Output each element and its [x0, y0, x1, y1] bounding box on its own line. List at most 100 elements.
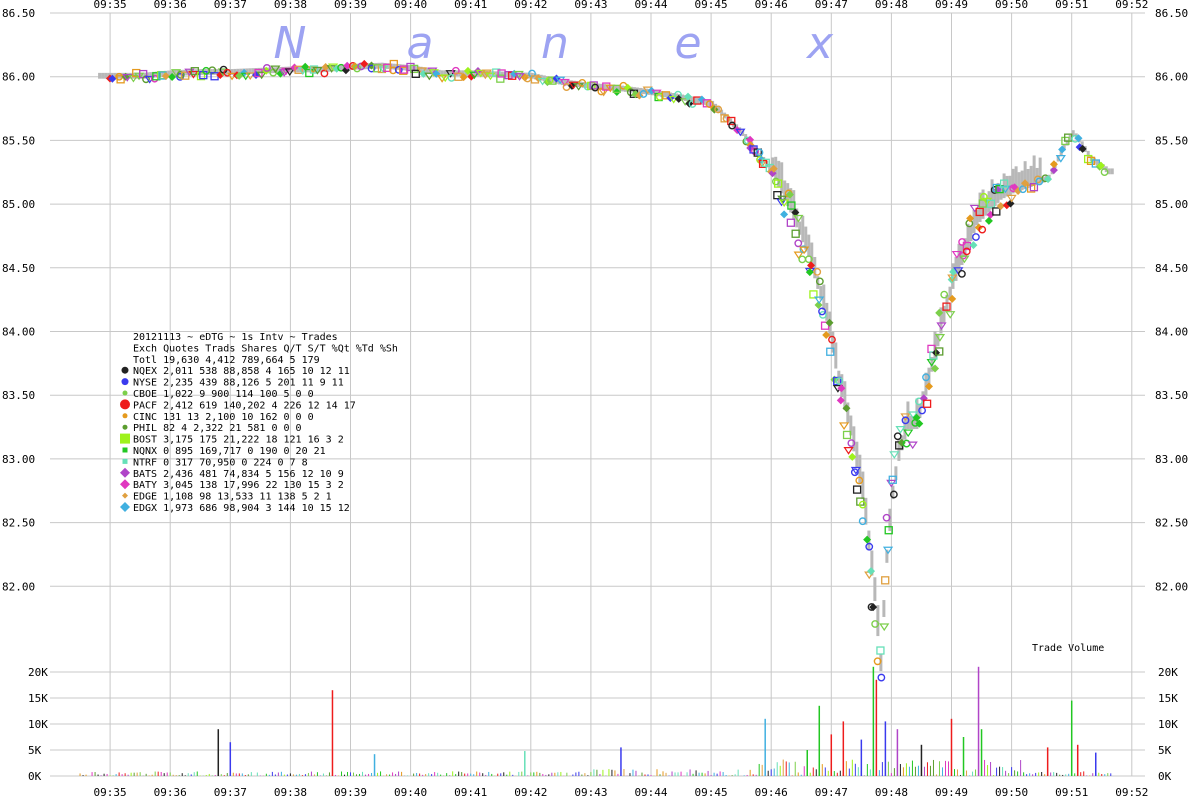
- x-tick-label-top: 09:43: [574, 0, 607, 11]
- x-tick-label-bottom: 09:48: [875, 786, 908, 799]
- legend-row: BATY 3,045 138 17,996 22 130 15 3 2: [133, 480, 344, 491]
- x-tick-label-bottom: 09:45: [695, 786, 728, 799]
- x-tick-label-top: 09:35: [94, 0, 127, 11]
- y-tick-label-right: 82.00: [1155, 580, 1188, 593]
- legend-row: NQNX 0 895 169,717 0 190 0 20 21: [133, 446, 326, 457]
- x-tick-label-top: 09:47: [815, 0, 848, 11]
- y-tick-label-left: 82.50: [2, 517, 35, 530]
- x-tick-label-top: 09:42: [514, 0, 547, 11]
- x-tick-label-top: 09:40: [394, 0, 427, 11]
- legend-row: NYSE 2,235 439 88,126 5 201 11 9 11: [133, 378, 344, 389]
- volume-title: Trade Volume: [1032, 643, 1104, 654]
- watermark-letter: e: [674, 18, 701, 69]
- legend-marker: [122, 424, 128, 430]
- legend-total-row: Totl 19,630 4,412 789,664 5 179: [133, 355, 320, 366]
- volume-tick-label-left: 20K: [28, 666, 48, 679]
- legend-row: BATS 2,436 481 74,834 5 156 12 10 9: [133, 469, 344, 480]
- x-tick-label-bottom: 09:47: [815, 786, 848, 799]
- nbbo-band-segment: [969, 226, 973, 242]
- legend-marker: [122, 413, 128, 419]
- nbbo-band-segment: [873, 577, 877, 602]
- volume-tick-label-right: 0K: [1158, 770, 1172, 783]
- y-tick-label-right: 86.00: [1155, 71, 1188, 84]
- x-tick-label-top: 09:38: [274, 0, 307, 11]
- y-tick-label-left: 86.50: [2, 7, 35, 20]
- price-chart: Na n e x 09:35 09:35 09:36 09:36 09:37 09:37 09:3…: [0, 0, 1200, 800]
- x-tick-label-top: 09:49: [935, 0, 968, 11]
- x-tick-label-top: 09:45: [695, 0, 728, 11]
- legend-title: 20121113 ~ eDTG ~ 1s Intv ~ Trades: [133, 332, 338, 343]
- x-tick-label-bottom: 09:36: [154, 786, 187, 799]
- x-tick-label-top: 09:37: [214, 0, 247, 11]
- x-tick-label-top: 09:52: [1115, 0, 1148, 11]
- legend-row: NTRF 0 317 70,950 0 224 0 7 8: [133, 457, 308, 468]
- y-tick-label-right: 84.50: [1155, 262, 1188, 275]
- x-tick-label-bottom: 09:51: [1055, 786, 1088, 799]
- legend-row: PACF 2,412 619 140,202 4 226 12 14 17: [133, 400, 356, 411]
- legend-marker: [122, 390, 128, 396]
- x-tick-label-bottom: 09:37: [214, 786, 247, 799]
- legend-marker: [120, 433, 130, 444]
- nbbo-band-segment: [801, 215, 805, 243]
- legend-row: EDGE 1,108 98 13,533 11 138 5 2 1: [133, 492, 332, 503]
- legend-marker: [121, 378, 129, 386]
- x-tick-label-bottom: 09:43: [574, 786, 607, 799]
- x-tick-label-bottom: 09:42: [514, 786, 547, 799]
- y-tick-label-left: 85.50: [2, 134, 35, 147]
- volume-tick-label-left: 5K: [28, 744, 42, 757]
- volume-tick-label-left: 10K: [28, 718, 48, 731]
- x-tick-label-top: 09:41: [454, 0, 487, 11]
- nbbo-band-segment: [882, 600, 886, 617]
- nbbo-band-segment: [780, 162, 784, 194]
- x-tick-label-top: 09:51: [1055, 0, 1088, 11]
- x-tick-label-bottom: 09:41: [454, 786, 487, 799]
- legend-marker: [120, 399, 130, 410]
- x-tick-label-bottom: 09:44: [634, 786, 667, 799]
- y-tick-label-right: 84.00: [1155, 326, 1188, 339]
- legend-marker: [122, 458, 128, 464]
- nbbo-band-segment: [1110, 168, 1114, 175]
- watermark-letter: N: [274, 18, 307, 69]
- nbbo-band-segment: [101, 72, 105, 79]
- x-tick-label-bottom: 09:35: [94, 786, 127, 799]
- volume-tick-label-right: 15K: [1158, 692, 1178, 705]
- legend-row: CBOE 1,022 9 900 114 100 5 0 0: [133, 389, 314, 400]
- nbbo-band-segment: [966, 223, 970, 250]
- nbbo-band-segment: [807, 234, 811, 258]
- y-tick-label-left: 83.00: [2, 453, 35, 466]
- x-tick-label-top: 09:46: [755, 0, 788, 11]
- x-tick-label-bottom: 09:46: [755, 786, 788, 799]
- y-tick-label-right: 83.50: [1155, 389, 1188, 402]
- legend-row: BOST 3,175 175 21,222 18 121 16 3 2: [133, 435, 344, 446]
- watermark-letter: a: [407, 18, 434, 69]
- volume-tick-label-right: 20K: [1158, 666, 1178, 679]
- x-tick-label-bottom: 09:38: [274, 786, 307, 799]
- x-tick-label-bottom: 09:52: [1115, 786, 1148, 799]
- nbbo-band-segment: [98, 72, 102, 79]
- y-tick-label-left: 84.00: [2, 326, 35, 339]
- x-tick-label-bottom: 09:39: [334, 786, 367, 799]
- legend-marker: [121, 366, 129, 374]
- nbbo-band-segment: [957, 243, 961, 273]
- x-tick-label-top: 09:44: [634, 0, 667, 11]
- y-tick-label-right: 85.50: [1155, 134, 1188, 147]
- legend-header: Exch Quotes Trads Shares Q/T S/T %Qt %Td…: [133, 343, 398, 354]
- nbbo-band-segment: [861, 471, 865, 500]
- watermark-letter: x: [805, 18, 834, 69]
- nbbo-band-segment: [855, 441, 859, 468]
- y-tick-label-left: 82.00: [2, 580, 35, 593]
- x-tick-label-top: 09:36: [154, 0, 187, 11]
- volume-tick-label-left: 0K: [28, 770, 42, 783]
- nbbo-band-segment: [834, 342, 838, 369]
- nbbo-band-segment: [696, 97, 700, 104]
- x-tick-label-bottom: 09:49: [935, 786, 968, 799]
- legend-row: EDGX 1,973 686 98,904 3 144 10 15 12: [133, 503, 350, 514]
- y-tick-label-left: 83.50: [2, 389, 35, 402]
- legend-row: NQEX 2,011 538 88,858 4 165 10 12 11: [133, 366, 350, 377]
- y-tick-label-left: 86.00: [2, 71, 35, 84]
- x-tick-label-top: 09:48: [875, 0, 908, 11]
- legend-row: CINC 131 13 2,100 10 162 0 0 0: [133, 412, 314, 423]
- x-tick-label-bottom: 09:40: [394, 786, 427, 799]
- legend-marker: [122, 447, 128, 453]
- x-tick-label-top: 09:39: [334, 0, 367, 11]
